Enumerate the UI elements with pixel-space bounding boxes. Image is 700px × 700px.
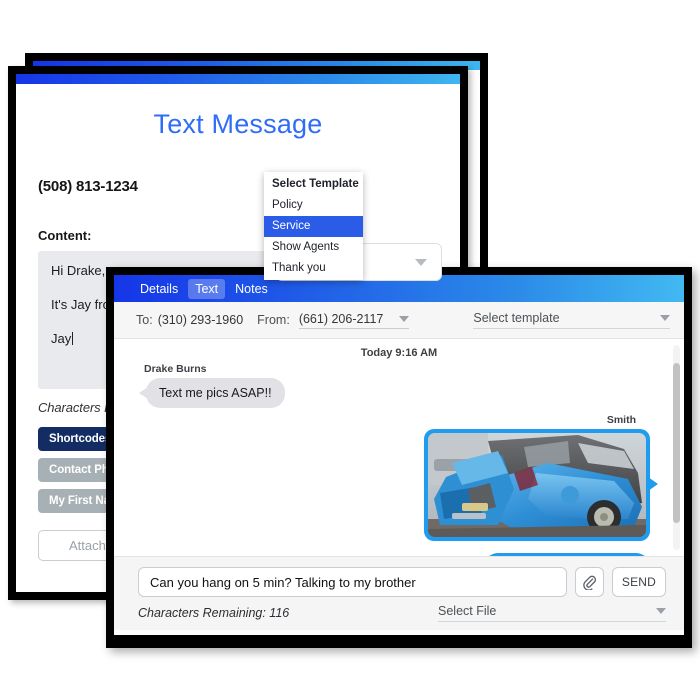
- menu-item-thank-you[interactable]: Thank you: [264, 258, 363, 279]
- message-bubble-incoming[interactable]: Text me pics ASAP!!: [139, 378, 285, 408]
- characters-remaining: Characters Remaining: 116: [138, 606, 290, 620]
- select-template-placeholder: Select template: [473, 311, 560, 325]
- select-file-label: Select File: [438, 604, 497, 618]
- from-value: (661) 206-2117: [298, 311, 384, 326]
- page-title: Text Message: [153, 109, 323, 139]
- recipient-phone-number: (508) 813-1234: [38, 178, 138, 195]
- message-group-incoming-1: Drake Burns Text me pics ASAP!!: [134, 363, 664, 408]
- message-bubble-outgoing[interactable]: This is the back. Call me!: [484, 553, 650, 556]
- day-timestamp: Today 9:16 AM: [360, 347, 438, 359]
- menu-item-select-template[interactable]: Select Template: [264, 174, 363, 195]
- text-cursor: [72, 332, 74, 345]
- from-label: From:: [257, 313, 290, 327]
- message-input[interactable]: Can you hang on 5 min? Talking to my bro…: [138, 567, 567, 597]
- from-number-dropdown[interactable]: (661) 206-2117: [298, 311, 410, 329]
- select-file-dropdown-front[interactable]: Select File: [438, 604, 666, 622]
- phone-row: (508) 813-1234: [38, 178, 438, 204]
- tab-notes[interactable]: Notes: [228, 279, 275, 299]
- paperclip-icon: [583, 575, 596, 590]
- message-group-outgoing-text: This is the back. Call me!: [134, 553, 664, 556]
- message-sender: Drake Burns: [144, 363, 207, 375]
- chevron-down-icon: [656, 608, 666, 614]
- to-label: To:: [136, 313, 153, 327]
- car-damage-photo: [428, 433, 646, 537]
- message-composer: Can you hang on 5 min? Talking to my bro…: [114, 556, 684, 630]
- to-value: (310) 293-1960: [157, 313, 244, 327]
- address-bar: To: (310) 293-1960 From: (661) 206-2117 …: [114, 302, 684, 339]
- conversation-thread[interactable]: Today 9:16 AM Drake Burns Text me pics A…: [114, 339, 684, 556]
- menu-item-policy[interactable]: Policy: [264, 195, 363, 216]
- conversation-scrollbar-thumb[interactable]: [673, 363, 680, 523]
- tab-text[interactable]: Text: [188, 278, 226, 299]
- conversation-window-inner: Details Text Notes To: (310) 293-1960 Fr…: [114, 275, 684, 635]
- chevron-down-icon: [415, 259, 427, 266]
- tab-details[interactable]: Details: [133, 279, 185, 299]
- select-template-dropdown-front[interactable]: Select template: [473, 311, 670, 329]
- message-sender: Smith: [606, 414, 636, 426]
- menu-item-service[interactable]: Service: [264, 216, 363, 237]
- composer-input-row: Can you hang on 5 min? Talking to my bro…: [138, 567, 666, 597]
- conversation-window[interactable]: Details Text Notes To: (310) 293-1960 Fr…: [106, 267, 692, 648]
- select-template-dropdown-menu[interactable]: Select Template Policy Service Show Agen…: [264, 172, 363, 280]
- content-label: Content:: [38, 228, 92, 243]
- message-bubble-outgoing-image[interactable]: [424, 429, 658, 541]
- send-button[interactable]: SEND: [611, 567, 666, 597]
- window-title-gradient-bar: [16, 74, 460, 84]
- attach-file-button[interactable]: [574, 567, 604, 597]
- menu-item-show-agents[interactable]: Show Agents: [264, 237, 363, 258]
- composer-status-row: Characters Remaining: 116 Select File: [138, 604, 666, 626]
- message-group-outgoing-image: Smith: [134, 414, 664, 546]
- chevron-down-icon: [660, 315, 670, 321]
- chevron-down-icon: [399, 315, 410, 322]
